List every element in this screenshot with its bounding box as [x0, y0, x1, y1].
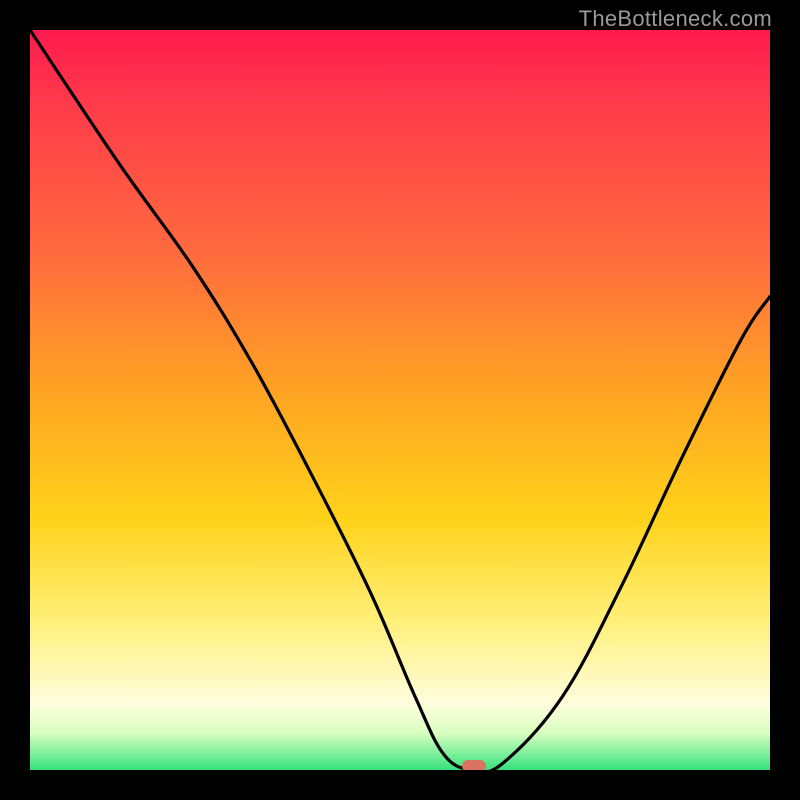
bottleneck-curve [30, 30, 770, 770]
minimum-marker [462, 760, 486, 770]
plot-area [30, 30, 770, 770]
chart-frame: TheBottleneck.com [0, 0, 800, 800]
watermark-text: TheBottleneck.com [579, 6, 772, 32]
